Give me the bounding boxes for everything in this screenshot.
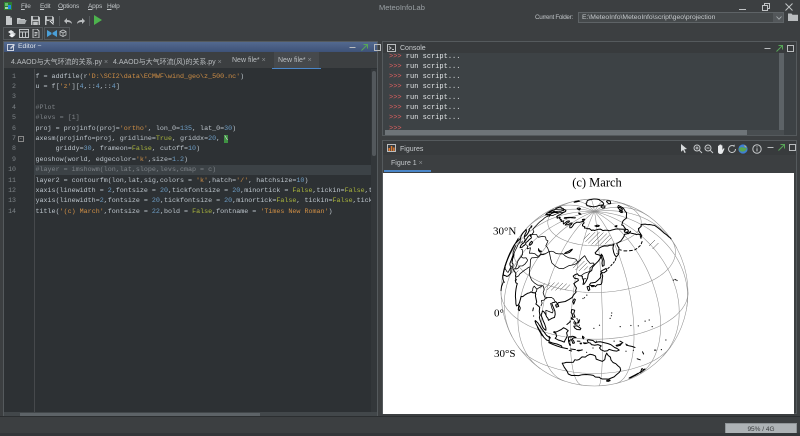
svg-text:(c) March: (c) March <box>572 176 622 190</box>
svg-text:0°: 0° <box>494 308 504 320</box>
svg-text:30°S: 30°S <box>494 348 516 360</box>
svg-text:30°N: 30°N <box>493 225 516 237</box>
